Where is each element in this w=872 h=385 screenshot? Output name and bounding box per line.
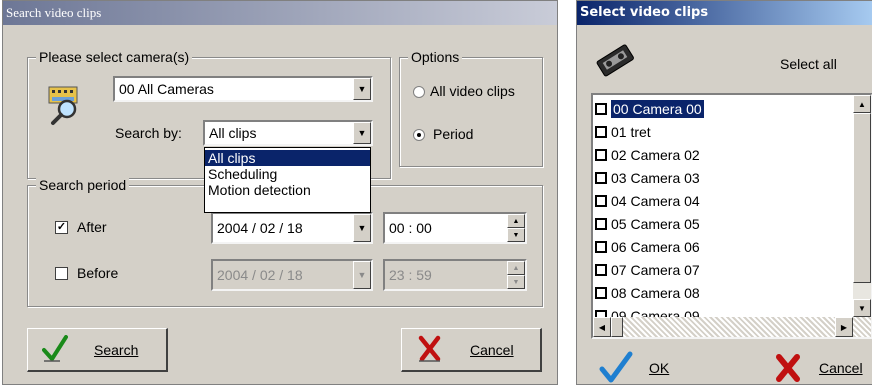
cancel-button[interactable]: Cancel <box>401 328 542 372</box>
camera-list-item[interactable]: 01 tret <box>595 120 651 143</box>
radio-selected-dot <box>417 133 421 137</box>
chevron-down-icon[interactable]: ▼ <box>353 214 371 242</box>
checkmark-icon <box>42 335 68 366</box>
after-label[interactable]: After <box>77 219 107 235</box>
options-group-label: Options <box>408 48 463 66</box>
search-by-label: Search by: <box>115 125 182 141</box>
horizontal-scrollbar-thumb[interactable] <box>611 317 623 337</box>
camera-list-item-label: 06 Camera 06 <box>611 238 700 255</box>
dropdown-option-motion-detection[interactable]: Motion detection <box>205 182 370 198</box>
before-date-value: 2004 / 02 / 18 <box>217 267 303 283</box>
select-video-clips-window: Select video clips Select all 00 Camera … <box>576 0 872 385</box>
scroll-left-icon[interactable]: ◀ <box>593 317 611 337</box>
spin-down-icon: ▼ <box>507 275 525 289</box>
camera-list-item-label: 09 Camera 09 <box>611 307 700 318</box>
search-video-clips-window: Search video clips Please select camera(… <box>2 0 558 385</box>
search-by-value: All clips <box>209 125 257 141</box>
vertical-scrollbar[interactable]: ▲ ▼ <box>853 95 871 317</box>
camera-checkbox[interactable] <box>595 125 607 138</box>
scrollbar-thumb[interactable] <box>853 113 871 283</box>
camera-list-item-label: 00 Camera 00 <box>611 99 704 118</box>
scroll-down-icon[interactable]: ▼ <box>853 299 871 317</box>
camera-select[interactable]: 00 All Cameras ▼ <box>113 76 373 102</box>
camera-checkbox[interactable] <box>595 171 607 184</box>
after-checkbox[interactable]: ✓ <box>55 221 68 234</box>
chevron-down-icon[interactable]: ▼ <box>353 122 371 144</box>
after-time-field[interactable]: 00 : 00 ▲ ▼ <box>383 212 527 244</box>
after-date-value: 2004 / 02 / 18 <box>217 220 303 236</box>
search-window-title: Search video clips <box>6 5 102 20</box>
camera-list-item-label: 05 Camera 05 <box>611 215 700 232</box>
before-time-value: 23 : 59 <box>389 267 432 283</box>
camera-checkbox[interactable] <box>595 148 607 161</box>
after-date-picker[interactable]: 2004 / 02 / 18 ▼ <box>211 212 373 244</box>
camera-list-box: 00 Camera 00 01 tret 02 Camera 02 03 Camera… <box>591 93 872 339</box>
camera-list-item[interactable]: 05 Camera 05 <box>595 212 700 235</box>
search-window-titlebar: Search video clips <box>3 1 557 25</box>
spin-down-icon[interactable]: ▼ <box>507 228 525 242</box>
ok-button[interactable]: OK <box>597 349 707 384</box>
camera-select-value: 00 All Cameras <box>119 81 214 97</box>
camera-list-item[interactable]: 06 Camera 06 <box>595 235 700 258</box>
dropdown-option-scheduling[interactable]: Scheduling <box>205 166 370 182</box>
cross-icon <box>775 353 801 384</box>
camera-list-item[interactable]: 00 Camera 00 <box>595 97 704 120</box>
camera-checkbox[interactable] <box>595 240 607 253</box>
camera-list-item-label: 04 Camera 04 <box>611 192 700 209</box>
camera-checkbox[interactable] <box>595 309 607 317</box>
select-cancel-button[interactable]: Cancel <box>773 349 872 384</box>
camera-list-item[interactable]: 02 Camera 02 <box>595 143 700 166</box>
before-date-picker: 2004 / 02 / 18 ▼ <box>211 259 373 291</box>
chevron-down-icon: ▼ <box>353 261 371 289</box>
camera-list-item-label: 08 Camera 08 <box>611 284 700 301</box>
camera-list-item[interactable]: 07 Camera 07 <box>595 258 700 281</box>
ok-button-label: OK <box>649 360 670 376</box>
search-by-select[interactable]: All clips ▼ <box>203 120 373 146</box>
horizontal-scrollbar[interactable]: ◀ ▶ <box>593 317 871 337</box>
camera-list: 00 Camera 00 01 tret 02 Camera 02 03 Camera… <box>593 95 849 317</box>
cross-icon <box>418 335 442 366</box>
options-group: Options <box>399 48 543 167</box>
scroll-right-icon[interactable]: ▶ <box>835 317 853 337</box>
camera-checkbox[interactable] <box>595 194 607 207</box>
period-radio[interactable] <box>413 129 425 141</box>
search-button[interactable]: Search <box>27 328 168 372</box>
camera-list-item[interactable]: 09 Camera 09 <box>595 304 700 317</box>
camera-list-item-label: 02 Camera 02 <box>611 146 700 163</box>
camera-list-item[interactable]: 08 Camera 08 <box>595 281 700 304</box>
search-period-group-label: Search period <box>36 176 130 194</box>
chevron-down-icon[interactable]: ▼ <box>353 78 371 100</box>
camera-list-item[interactable]: 03 Camera 03 <box>595 166 700 189</box>
after-time-value: 00 : 00 <box>389 220 432 236</box>
before-checkbox[interactable] <box>55 267 68 280</box>
spin-up-icon[interactable]: ▲ <box>507 214 525 228</box>
search-button-label: Search <box>94 342 139 358</box>
all-video-clips-radio[interactable] <box>413 86 425 98</box>
camera-search-icon <box>47 85 87 127</box>
camera-group-label: Please select camera(s) <box>36 48 193 66</box>
camera-list-item-label: 07 Camera 07 <box>611 261 700 278</box>
camera-checkbox[interactable] <box>595 263 607 276</box>
camera-list-item-label: 01 tret <box>611 123 651 140</box>
all-video-clips-label[interactable]: All video clips <box>430 83 515 99</box>
select-all-label[interactable]: Select all <box>780 56 837 72</box>
camera-list-item-label: 03 Camera 03 <box>611 169 700 186</box>
videotape-icon <box>595 43 635 77</box>
before-time-field: 23 : 59 ▲ ▼ <box>383 259 527 291</box>
period-label[interactable]: Period <box>433 126 473 142</box>
select-cancel-button-label: Cancel <box>819 360 863 376</box>
checkmark-icon <box>599 351 633 384</box>
search-by-dropdown-list: All clips Scheduling Motion detection <box>204 147 371 213</box>
select-window-title: Select video clips <box>580 5 709 20</box>
camera-checkbox[interactable] <box>595 102 607 115</box>
camera-list-item[interactable]: 04 Camera 04 <box>595 189 700 212</box>
spin-up-icon: ▲ <box>507 261 525 275</box>
camera-checkbox[interactable] <box>595 286 607 299</box>
before-label[interactable]: Before <box>77 265 118 281</box>
select-window-titlebar: Select video clips <box>577 1 872 25</box>
cancel-button-label: Cancel <box>470 342 514 358</box>
camera-checkbox[interactable] <box>595 217 607 230</box>
scroll-up-icon[interactable]: ▲ <box>853 95 871 113</box>
dropdown-option-all-clips[interactable]: All clips <box>205 150 370 166</box>
